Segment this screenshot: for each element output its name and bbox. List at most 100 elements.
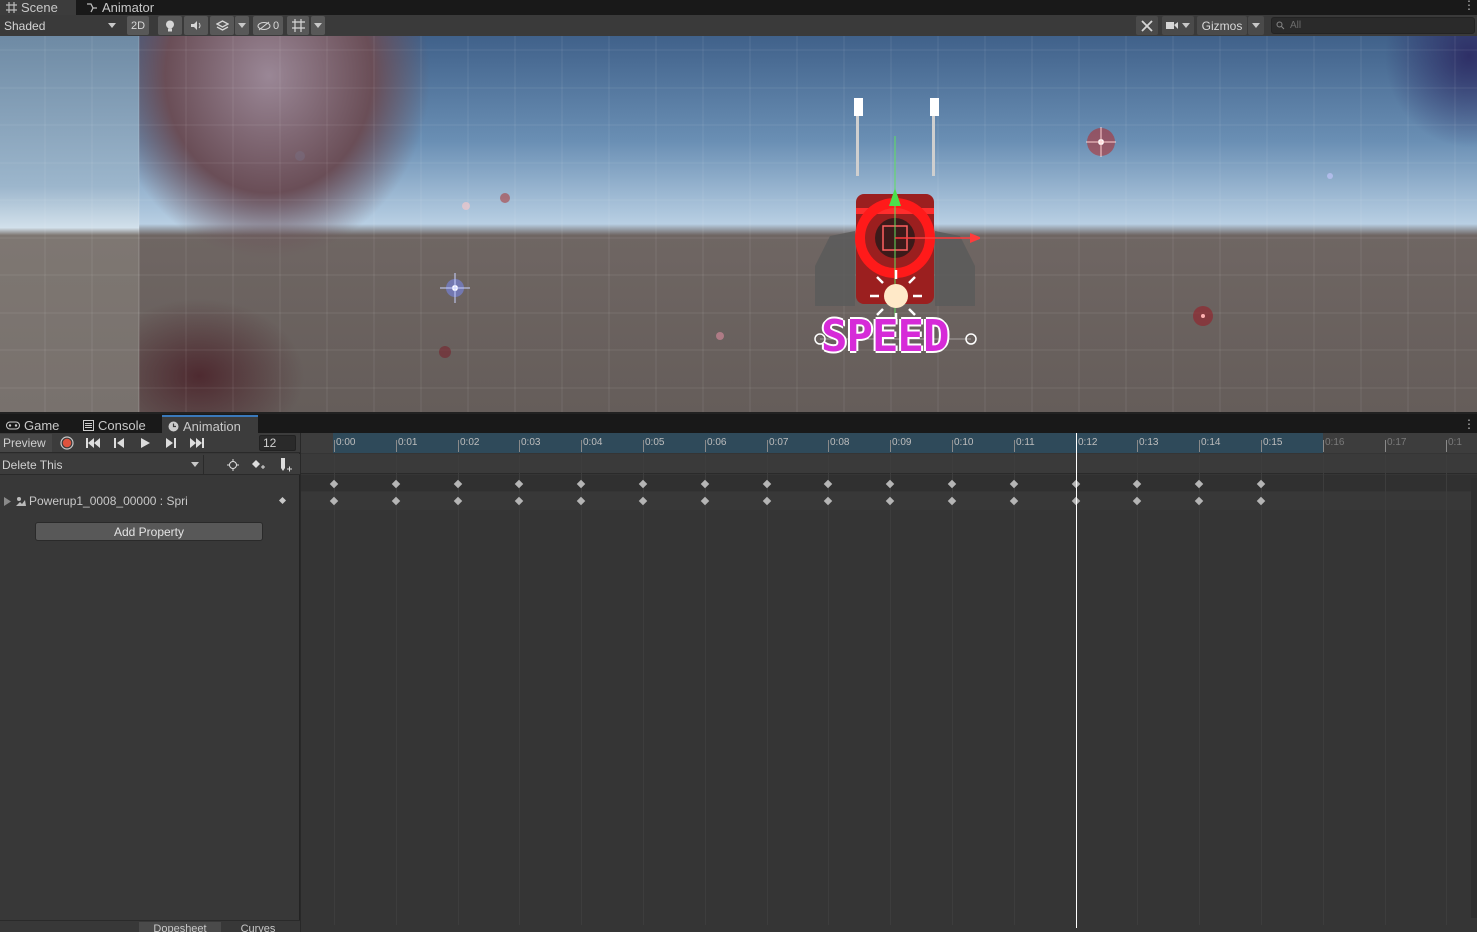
dopesheet-tab[interactable]: Dopesheet xyxy=(139,922,221,932)
play-icon xyxy=(140,438,150,448)
tab-animator[interactable]: Animator xyxy=(80,0,160,15)
tab-label: Animator xyxy=(102,0,155,15)
grid-snap-icon xyxy=(291,19,305,32)
gizmos-dropdown-button[interactable] xyxy=(1248,16,1264,35)
add-event-icon xyxy=(280,457,292,472)
tab-console[interactable]: Console xyxy=(77,417,152,434)
add-event-button[interactable] xyxy=(275,455,297,474)
audio-toggle-button[interactable] xyxy=(184,16,208,35)
timeline-gridline xyxy=(334,455,335,925)
dopesheet-area[interactable] xyxy=(301,433,1477,932)
frame-number-field[interactable]: 12 xyxy=(259,435,296,451)
timeline-gridline xyxy=(1446,455,1447,925)
tools-button[interactable] xyxy=(1136,16,1158,35)
search-placeholder: All xyxy=(1290,20,1302,31)
tab-animation[interactable]: Animation xyxy=(162,415,258,435)
filter-by-selection-button[interactable] xyxy=(222,455,244,474)
lighting-toggle-button[interactable] xyxy=(158,16,182,35)
timeline-gridline xyxy=(1385,455,1386,925)
gizmos-label: Gizmos xyxy=(1201,18,1243,33)
property-name: Powerup1_0008_00000 : Spri xyxy=(29,494,188,508)
property-keyframe-diamond-icon[interactable] xyxy=(278,496,287,505)
animation-properties-panel: Preview 12 Delete This Powerup1_0008_000… xyxy=(0,433,300,932)
toggle-2d-label: 2D xyxy=(130,19,146,32)
timeline-gridline xyxy=(1199,455,1200,925)
timeline-tick xyxy=(1199,440,1200,452)
clip-name: Delete This xyxy=(2,457,63,472)
crosshair-icon xyxy=(227,458,239,471)
timeline-tick xyxy=(705,440,706,452)
camera-settings-button[interactable] xyxy=(1162,16,1194,35)
record-icon xyxy=(60,436,74,450)
skip-to-start-icon xyxy=(86,438,100,448)
lightbulb-icon xyxy=(165,20,175,32)
preview-label: Preview xyxy=(3,436,46,450)
curves-label: Curves xyxy=(240,923,276,932)
chevron-down-icon xyxy=(238,23,246,28)
timeline-label: 0:00 xyxy=(336,437,356,448)
timeline-gridline xyxy=(581,455,582,925)
tab-menu-kebab-icon[interactable]: ⋮ xyxy=(1463,417,1475,432)
timeline-tick xyxy=(334,440,335,452)
chevron-down-icon xyxy=(108,23,116,28)
draw-mode-label: Shaded xyxy=(4,18,46,33)
add-property-button[interactable]: Add Property xyxy=(35,522,263,541)
timeline-label: 0:10 xyxy=(954,437,974,448)
draw-mode-dropdown[interactable]: Shaded xyxy=(0,16,120,35)
first-keyframe-button[interactable] xyxy=(82,434,104,452)
tab-game[interactable]: Game xyxy=(0,417,65,434)
curves-tab[interactable]: Curves xyxy=(222,922,294,932)
playhead[interactable] xyxy=(1076,433,1077,928)
tools-cross-icon xyxy=(1141,19,1153,32)
eye-slash-icon xyxy=(257,21,271,31)
gizmos-button[interactable]: Gizmos xyxy=(1197,16,1247,35)
tab-label: Game xyxy=(24,418,60,433)
frame-number-value: 12 xyxy=(263,436,277,450)
grid-toggle-button[interactable] xyxy=(287,16,309,35)
step-back-icon xyxy=(114,438,124,448)
play-button[interactable] xyxy=(134,434,156,452)
timeline-gridline xyxy=(952,455,953,925)
clock-icon xyxy=(168,421,179,432)
timeline-label: 0:17 xyxy=(1387,437,1407,448)
toggle-2d-button[interactable]: 2D xyxy=(127,16,149,35)
scene-viewport[interactable]: SPEED xyxy=(0,36,1477,412)
timeline-label: 0:03 xyxy=(521,437,541,448)
effects-toggle-button[interactable] xyxy=(210,16,234,35)
console-list-icon xyxy=(83,420,94,431)
dopesheet-scrollbar[interactable] xyxy=(1471,478,1477,918)
preview-toggle[interactable]: Preview xyxy=(0,434,52,452)
grid-hash-icon xyxy=(6,2,17,13)
timeline-label: 0:12 xyxy=(1078,437,1098,448)
record-button[interactable] xyxy=(56,434,78,452)
expand-triangle-icon[interactable] xyxy=(4,496,11,506)
tab-menu-kebab-icon[interactable]: ⋮ xyxy=(1463,0,1475,15)
timeline-label: 0:16 xyxy=(1325,437,1345,448)
chevron-down-icon xyxy=(1252,23,1260,28)
timeline-gridline xyxy=(519,455,520,925)
timeline-label: 0:11 xyxy=(1016,437,1035,448)
scene-toolbar: Shaded 2D 0 Gizmos All xyxy=(0,15,1477,36)
last-keyframe-button[interactable] xyxy=(186,434,208,452)
hidden-count: 0 xyxy=(272,19,280,32)
timeline-label: 0:14 xyxy=(1201,437,1221,448)
property-row[interactable]: Powerup1_0008_00000 : Spri xyxy=(0,492,300,510)
animator-flow-icon xyxy=(86,2,98,13)
tab-scene[interactable]: Scene xyxy=(0,0,76,15)
scene-search-field[interactable]: All xyxy=(1271,17,1475,34)
add-keyframe-button[interactable] xyxy=(247,455,269,474)
tab-label: Animation xyxy=(183,418,241,434)
clip-selector-dropdown[interactable]: Delete This xyxy=(0,455,204,474)
timeline-label: 0:01 xyxy=(398,437,418,448)
timeline-tick xyxy=(519,440,520,452)
grid-dropdown-button[interactable] xyxy=(311,16,325,35)
timeline-gridline xyxy=(1323,455,1324,925)
previous-keyframe-button[interactable] xyxy=(108,434,130,452)
next-keyframe-button[interactable] xyxy=(160,434,182,452)
speaker-icon xyxy=(190,20,202,31)
timeline-gridline xyxy=(458,455,459,925)
effects-dropdown-button[interactable] xyxy=(235,16,249,35)
timeline-label: 0:09 xyxy=(892,437,912,448)
hidden-objects-toggle[interactable]: 0 xyxy=(253,16,283,35)
timeline-tick xyxy=(1137,440,1138,452)
